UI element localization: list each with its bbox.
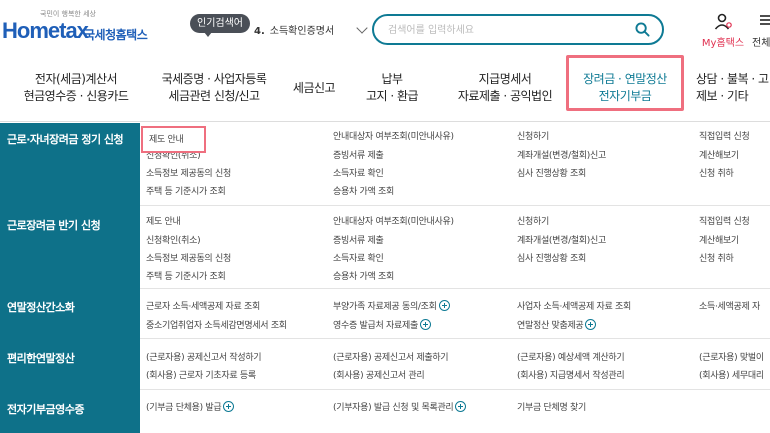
search-icon[interactable] [635, 22, 650, 37]
menu-link[interactable]: (회사용) 세무대리 [699, 368, 764, 381]
gnb-tab-statements[interactable]: 지급명세서 자료제출 · 공익법인 [446, 71, 564, 105]
menu-link[interactable]: 안내대상자 여부조회(미안내사유) [333, 214, 454, 227]
row-divider [140, 389, 770, 390]
menu-link[interactable]: (근로자용) 예상세액 계산하기 [517, 350, 625, 363]
menu-link[interactable]: 소득자료 확인 [333, 166, 384, 179]
menu-link[interactable]: 안내대상자 여부조회(미안내사유) [333, 129, 454, 142]
menu-link[interactable]: 승용차 가액 조회 [333, 184, 394, 197]
menu-link[interactable]: 근로자 소득·세액공제 자료 조회 [146, 299, 260, 312]
menu-link[interactable]: 연말정산 맞춤제공 [517, 318, 597, 331]
menu-link[interactable]: 직접입력 신청 [699, 214, 750, 227]
menu-link[interactable]: 신청 취하 [699, 251, 734, 264]
menu-link[interactable]: 소득정보 제공동의 신청 [146, 251, 231, 264]
menu-link[interactable]: 증빙서류 제출 [333, 148, 384, 161]
category-title-simplified[interactable]: 연말정산간소화 [7, 299, 75, 315]
all-menu-link[interactable]: 전체 [752, 34, 770, 49]
menu-link[interactable]: 계좌개설(변경/철회)신고 [517, 233, 606, 246]
menu-link[interactable]: 신청하기 [517, 214, 549, 227]
menu-link[interactable]: 계산해보기 [699, 148, 739, 161]
chevron-down-icon[interactable] [356, 22, 368, 34]
user-icon [714, 13, 732, 30]
menu-link[interactable]: 신청 취하 [699, 166, 734, 179]
menu-link[interactable]: 사업자 소득·세액공제 자료 조회 [517, 299, 631, 312]
gnb-tab-certificates[interactable]: 국세증명 · 사업자등록 세금관련 신청/신고 [150, 71, 278, 105]
menu-link[interactable]: 계좌개설(변경/철회)신고 [517, 148, 606, 161]
highlighted-menu-link[interactable]: 제도 안내 [141, 126, 206, 153]
menu-link[interactable]: (회사용) 지급명세서 작성관리 [517, 368, 625, 381]
menu-icon[interactable] [758, 13, 770, 27]
menu-link[interactable]: 중소기업취업자 소득세감면명세서 조회 [146, 318, 287, 331]
category-title-half[interactable]: 근로장려금 반기 신청 [7, 217, 101, 233]
popular-keyword-rank: 4. [254, 26, 265, 37]
menu-link[interactable]: 증빙서류 제출 [333, 233, 384, 246]
menu-link[interactable]: 심사 진행상황 조회 [517, 166, 586, 179]
menu-link[interactable]: 주택 등 기준시가 조회 [146, 269, 226, 282]
logo-korean-name: 국세청홈택스 [84, 28, 148, 42]
gnb-tab-tax-return[interactable]: 세금신고 [286, 80, 342, 97]
menu-link[interactable]: 제도 안내 [146, 214, 181, 227]
submenu-panel: 근로·자녀장려금 정기 신청 근로장려금 반기 신청 연말정산간소화 편리한연말… [0, 123, 770, 433]
popular-search-badge: 인기검색어 [190, 14, 250, 37]
popular-keyword-dropdown[interactable]: 4. 소득확인증명서 [254, 22, 368, 40]
menu-link[interactable]: 심사 진행상황 조회 [517, 251, 586, 264]
menu-link[interactable]: (회사용) 공제신고서 관리 [333, 368, 425, 381]
gnb-tab-consulting[interactable]: 상담 · 불복 · 고 제보 · 기타 [696, 71, 770, 105]
category-title-easy[interactable]: 편리한연말정산 [7, 350, 75, 366]
category-title-regular[interactable]: 근로·자녀장려금 정기 신청 [7, 131, 124, 147]
row-divider [140, 205, 770, 206]
gnb-tab-payment[interactable]: 납부 고지 · 환급 [354, 71, 430, 105]
menu-link[interactable]: 계산해보기 [699, 233, 739, 246]
menu-link[interactable]: (근로자용) 맞벌이 [699, 350, 764, 363]
menu-link[interactable]: 소득정보 제공동의 신청 [146, 166, 231, 179]
gnb-tab-e-invoice[interactable]: 전자(세금)계산서 현금영수증 · 신용카드 [12, 71, 140, 105]
my-hometax-button[interactable]: My홈택스 [694, 12, 752, 50]
menu-link[interactable]: (회사용) 근로자 기초자료 등록 [146, 368, 256, 381]
system-guide-link[interactable]: 제도 안내 [149, 132, 184, 145]
menu-link[interactable]: 직접입력 신청 [699, 129, 750, 142]
category-sidebar: 근로·자녀장려금 정기 신청 근로장려금 반기 신청 연말정산간소화 편리한연말… [0, 123, 140, 433]
plus-circle-icon[interactable] [223, 401, 235, 412]
menu-link[interactable]: 부양가족 자료제공 동의/조회 [333, 299, 450, 312]
active-tab-highlight [566, 55, 684, 111]
hometax-logo[interactable]: 국민이 행복한 세상 Hometax 국세청홈택스 [2, 9, 152, 49]
menu-link[interactable]: 신청확인(취소) [146, 233, 201, 246]
popular-keyword-text: 소득확인증명서 [269, 26, 335, 37]
menu-link[interactable]: 소득·세액공제 자 [699, 299, 760, 312]
menu-link[interactable]: (근로자용) 공제신고서 제출하기 [333, 350, 449, 363]
search-input[interactable] [388, 21, 628, 39]
menu-link[interactable]: 주택 등 기준시가 조회 [146, 184, 226, 197]
category-title-donation[interactable]: 전자기부금영수증 [7, 401, 84, 417]
menu-link[interactable]: 기부금 단체명 찾기 [517, 400, 586, 413]
row-divider [140, 288, 770, 289]
menu-link[interactable]: 신청하기 [517, 129, 549, 142]
my-hometax-label: My홈택스 [701, 38, 745, 49]
menu-link[interactable]: (근로자용) 공제신고서 작성하기 [146, 350, 262, 363]
plus-circle-icon[interactable] [455, 401, 467, 412]
menu-link[interactable]: (기부자용) 발급 신청 및 목록관리 [333, 400, 467, 413]
plus-circle-icon[interactable] [438, 300, 450, 311]
plus-circle-icon[interactable] [585, 319, 597, 330]
menu-link[interactable]: 승용차 가액 조회 [333, 269, 394, 282]
logo-wordmark: Hometax [2, 18, 89, 43]
menu-link[interactable]: (기부금 단체용) 발급 [146, 400, 235, 413]
menu-link[interactable]: 영수증 발급처 자료제출 [333, 318, 431, 331]
header: 국민이 행복한 세상 Hometax 국세청홈택스 인기검색어 4. 소득확인증명… [0, 0, 770, 62]
search-box [372, 14, 664, 45]
menu-link[interactable]: 소득자료 확인 [333, 251, 384, 264]
plus-circle-icon[interactable] [419, 319, 431, 330]
row-divider [140, 338, 770, 339]
